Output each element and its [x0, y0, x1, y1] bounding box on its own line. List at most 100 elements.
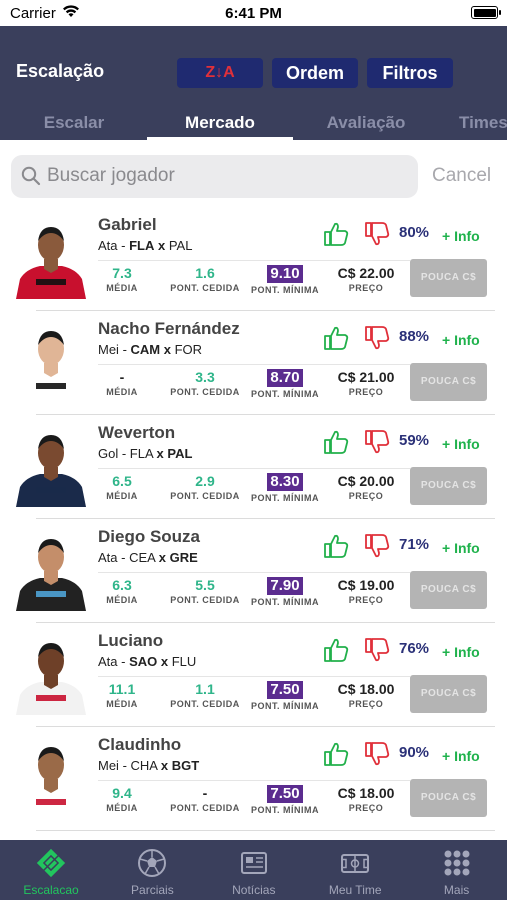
dash-separator: - [117, 550, 130, 565]
stat-minima-value: 8.30 [267, 473, 303, 491]
vs-separator: x [160, 654, 169, 669]
bottom-tab-label: Parciais [131, 883, 174, 897]
approval-percentage: 76% [399, 640, 430, 657]
stat-preco-label: PREÇO [348, 803, 384, 813]
thumbs-down-icon[interactable] [364, 741, 390, 767]
home-team: CEA [129, 550, 156, 565]
player-row[interactable]: Weverton Gol - FLA x PAL 59% + Info 6.5 … [0, 415, 507, 519]
page-title: Escalação [16, 61, 105, 81]
thumbs-up-icon[interactable] [323, 637, 349, 663]
thumbs-up-icon[interactable] [323, 533, 349, 559]
buy-button[interactable]: POUCA C$ [410, 571, 487, 609]
home-team: CHA [130, 758, 158, 773]
stat-minima-value: 7.50 [267, 785, 303, 803]
stat-preco-value: C$ 18.00 [337, 785, 395, 801]
home-team: SAO [129, 654, 158, 669]
stat-media-value: 11.1 [108, 681, 136, 697]
stat-cedida-label: PONT. CEDIDA [170, 283, 240, 293]
more-info-link[interactable]: + Info [442, 748, 480, 764]
thumbs-up-icon[interactable] [323, 429, 349, 455]
approval-percentage: 71% [399, 536, 430, 553]
thumbs-down-icon[interactable] [364, 637, 390, 663]
thumbs-down-icon[interactable] [364, 325, 390, 351]
stat-media-value: 6.3 [112, 577, 132, 593]
stat-preco-value: C$ 20.00 [337, 473, 395, 489]
thumbs-up-icon[interactable] [323, 325, 349, 351]
player-stats: 7.3 MÉDIA 1.6 PONT. CEDIDA 9.10 PONT. MÍ… [98, 260, 410, 300]
player-stats: - MÉDIA 3.3 PONT. CEDIDA 8.70 PONT. MÍNI… [98, 364, 410, 404]
stat-cedida-label: PONT. CEDIDA [170, 595, 240, 605]
buy-button[interactable]: POUCA C$ [410, 779, 487, 817]
away-team: BGT [171, 758, 200, 773]
away-team: GRE [169, 550, 198, 565]
stat-minima: 8.30 PONT. MÍNIMA [250, 473, 320, 503]
order-button[interactable]: Ordem [272, 58, 358, 88]
player-row[interactable]: Luciano Ata - SAO x FLU 76% + Info 11.1 … [0, 623, 507, 727]
bottom-tab-not-cias[interactable]: Notícias [203, 840, 305, 900]
stat-minima: 7.90 PONT. MÍNIMA [250, 577, 320, 607]
home-team: FLA [129, 238, 155, 253]
bottom-tab-meu-time[interactable]: Meu Time [304, 840, 406, 900]
stat-preco-value: C$ 19.00 [337, 577, 395, 593]
stat-cedida: 5.5 PONT. CEDIDA [164, 577, 246, 605]
more-info-link[interactable]: + Info [442, 436, 480, 452]
top-tabs: Escalar Mercado Avaliação Times [0, 112, 507, 140]
filters-button[interactable]: Filtros [367, 58, 453, 88]
player-row[interactable]: Nacho Fernández Mei - CAM x FOR 88% + In… [0, 311, 507, 415]
away-team: PAL [167, 446, 193, 461]
stat-preco: C$ 22.00 PREÇO [326, 265, 406, 293]
search-input[interactable] [47, 161, 407, 191]
vs-separator: x [158, 550, 166, 565]
thumbs-down-icon[interactable] [364, 533, 390, 559]
bottom-tab-parciais[interactable]: Parciais [101, 840, 203, 900]
stat-cedida-value: 1.1 [195, 681, 215, 697]
tab-mercado[interactable]: Mercado [147, 112, 293, 140]
stat-cedida: 2.9 PONT. CEDIDA [164, 473, 246, 501]
player-row[interactable]: Gabriel Ata - FLA x PAL 80% + Info 7.3 M… [0, 207, 507, 311]
stat-cedida-label: PONT. CEDIDA [170, 699, 240, 709]
more-info-link[interactable]: + Info [442, 644, 480, 660]
player-row[interactable]: Claudinho Mei - CHA x BGT 90% + Info 9.4… [0, 727, 507, 831]
stat-cedida-value: 1.6 [195, 265, 215, 281]
cancel-button[interactable]: Cancel [432, 165, 491, 187]
player-position: Ata [98, 550, 118, 565]
stat-minima-label: PONT. MÍNIMA [251, 389, 319, 399]
approval-percentage: 90% [399, 744, 430, 761]
stat-cedida: - PONT. CEDIDA [164, 785, 246, 813]
player-row[interactable]: Diego Souza Ata - CEA x GRE 71% + Info 6… [0, 519, 507, 623]
thumbs-up-icon[interactable] [323, 221, 349, 247]
player-name: Claudinho [98, 735, 182, 754]
field-badge-icon [36, 848, 66, 878]
stat-media: 6.3 MÉDIA [98, 577, 146, 605]
buy-button[interactable]: POUCA C$ [410, 675, 487, 713]
thumbs-down-icon[interactable] [364, 221, 390, 247]
stat-cedida: 1.1 PONT. CEDIDA [164, 681, 246, 709]
stat-media: 7.3 MÉDIA [98, 265, 146, 293]
more-info-link[interactable]: + Info [442, 228, 480, 244]
buy-button[interactable]: POUCA C$ [410, 363, 487, 401]
stat-preco: C$ 18.00 PREÇO [326, 681, 406, 709]
stat-minima-value: 7.50 [267, 681, 303, 699]
player-name: Weverton [98, 423, 176, 442]
buy-button[interactable]: POUCA C$ [410, 259, 487, 297]
bottom-tab-mais[interactable]: Mais [406, 840, 507, 900]
sort-button[interactable]: Z↓A [177, 58, 263, 88]
tab-times[interactable]: Times [439, 112, 507, 140]
stat-minima: 7.50 PONT. MÍNIMA [250, 681, 320, 711]
more-info-link[interactable]: + Info [442, 332, 480, 348]
more-info-link[interactable]: + Info [442, 540, 480, 556]
thumbs-down-icon[interactable] [364, 429, 390, 455]
stat-preco-value: C$ 18.00 [337, 681, 395, 697]
stat-media: 9.4 MÉDIA [98, 785, 146, 813]
stat-preco: C$ 18.00 PREÇO [326, 785, 406, 813]
tab-escalar[interactable]: Escalar [10, 112, 138, 140]
tab-avaliacao[interactable]: Avaliação [303, 112, 429, 140]
bottom-tab-label: Meu Time [328, 883, 382, 897]
stat-media: 11.1 MÉDIA [98, 681, 146, 709]
stat-cedida-label: PONT. CEDIDA [170, 387, 240, 397]
buy-button[interactable]: POUCA C$ [410, 467, 487, 505]
thumbs-up-icon[interactable] [323, 741, 349, 767]
stat-preco-value: C$ 22.00 [337, 265, 395, 281]
bottom-tab-escalacao[interactable]: Escalacao [0, 840, 102, 900]
player-photo [14, 323, 88, 403]
